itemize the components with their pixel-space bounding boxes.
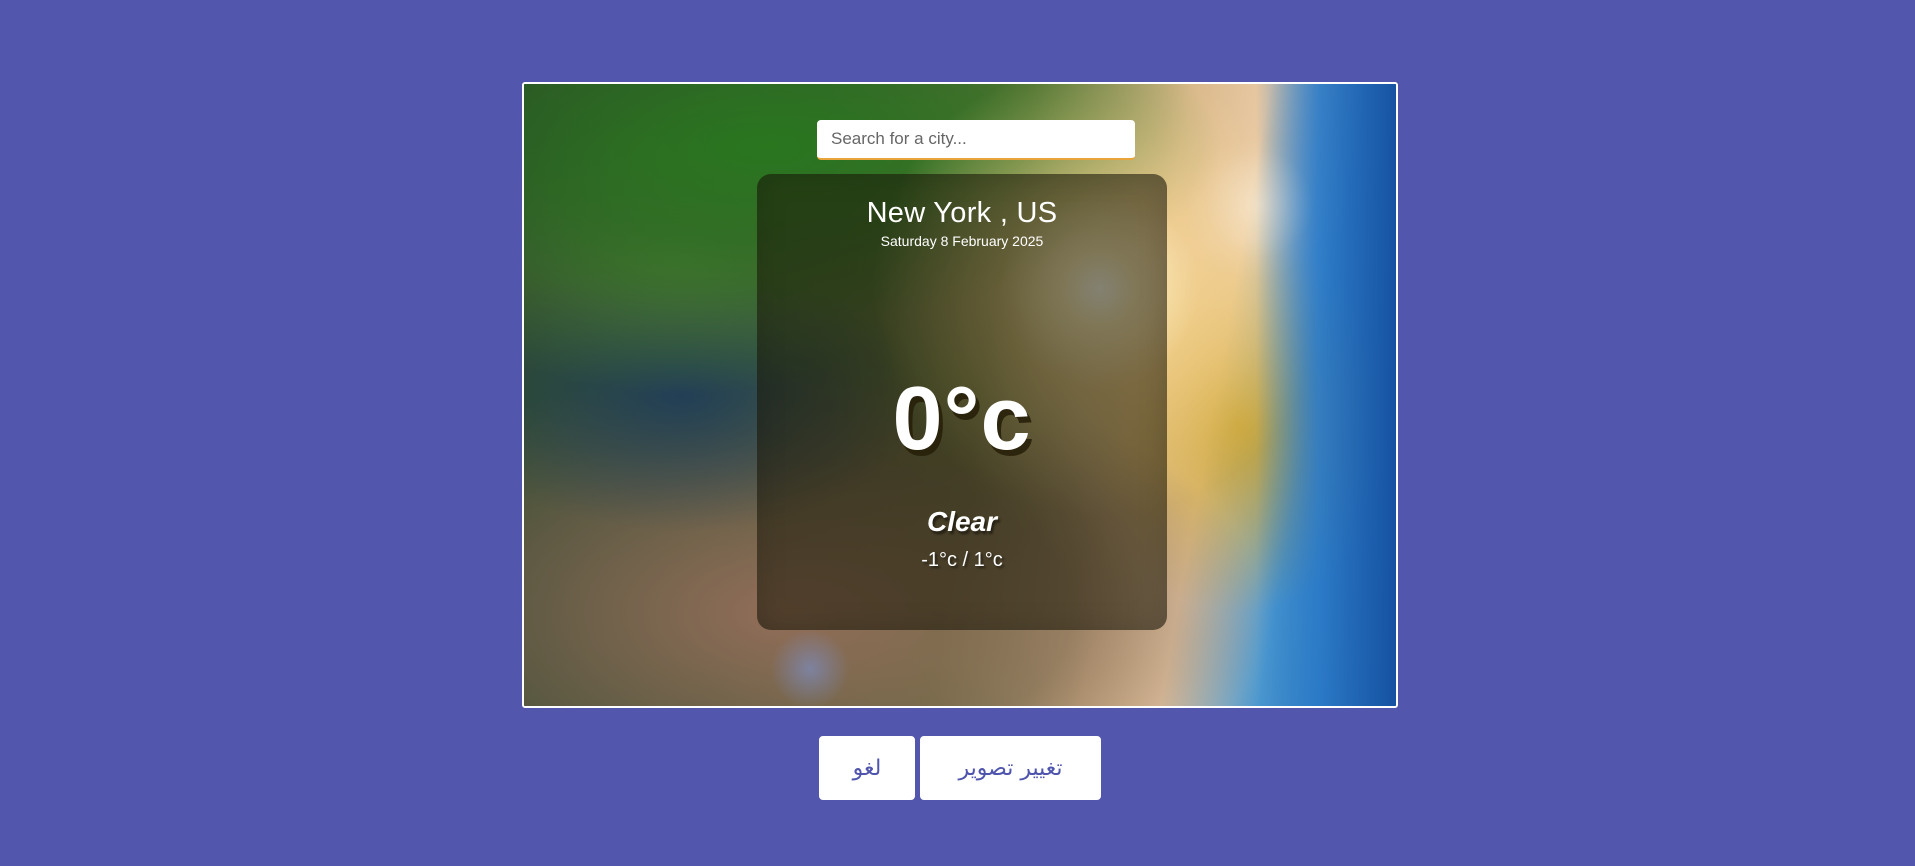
lens-flare bbox=[1204, 149, 1314, 259]
date-label: Saturday 8 February 2025 bbox=[880, 233, 1044, 249]
city-search-input[interactable] bbox=[817, 120, 1135, 160]
min-max-temperature: -1°c / 1°c bbox=[921, 549, 1003, 571]
location-label: New York , US bbox=[866, 197, 1058, 229]
weather-condition: Clear bbox=[926, 506, 998, 537]
weather-frame: New York , US Saturday 8 February 2025 0… bbox=[522, 82, 1398, 708]
change-image-button[interactable]: تغییر تصویر bbox=[920, 736, 1101, 800]
lens-flare bbox=[770, 629, 850, 706]
cancel-button[interactable]: لغو bbox=[819, 736, 915, 800]
action-buttons: لغو تغییر تصویر bbox=[819, 736, 1101, 800]
temperature-value: 0°c bbox=[892, 369, 1032, 469]
weather-card: New York , US Saturday 8 February 2025 0… bbox=[757, 174, 1167, 630]
